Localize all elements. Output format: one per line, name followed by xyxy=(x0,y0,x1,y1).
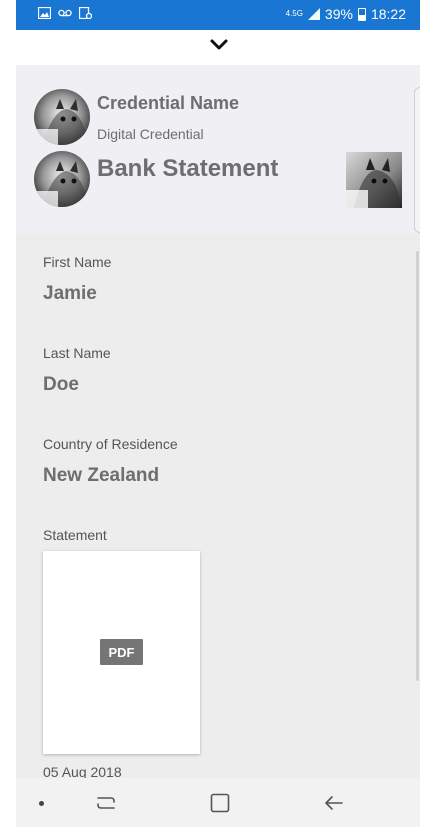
document-avatar xyxy=(34,151,90,207)
field-label-last-name: Last Name xyxy=(43,345,111,361)
attachment-date: 05 Aug 2018 xyxy=(43,764,122,778)
signal-icon xyxy=(307,8,320,20)
clock: 18:22 xyxy=(370,6,406,22)
screenshot-icon xyxy=(79,7,92,19)
gallery-icon xyxy=(38,7,51,19)
next-card-edge[interactable] xyxy=(414,87,420,233)
credential-header: Credential Name Digital Credential Bank … xyxy=(16,65,420,233)
back-icon[interactable] xyxy=(322,791,346,815)
credential-avatar xyxy=(34,89,90,145)
kitten-photo-icon xyxy=(34,89,90,145)
chevron-down-icon[interactable] xyxy=(210,38,228,52)
voicemail-icon xyxy=(58,9,72,17)
home-icon[interactable] xyxy=(208,791,232,815)
network-type: 4.5G xyxy=(285,9,303,18)
field-value-country: New Zealand xyxy=(43,465,160,486)
field-value-last-name: Doe xyxy=(43,374,79,395)
field-label-country: Country of Residence xyxy=(43,436,178,452)
status-right: 4.5G 39% 18:22 xyxy=(286,6,406,22)
navigation-bar xyxy=(16,778,420,827)
pdf-attachment[interactable]: PDF xyxy=(43,551,200,754)
field-label-first-name: First Name xyxy=(43,254,112,270)
credential-name: Credential Name xyxy=(97,93,240,113)
kitten-photo-icon xyxy=(34,151,90,207)
battery-percent: 39% xyxy=(324,6,353,22)
status-left-icons xyxy=(38,7,92,19)
document-thumbnail[interactable] xyxy=(346,152,402,208)
kitten-photo-icon xyxy=(346,152,402,208)
attachment-label: Statement xyxy=(43,527,107,543)
dot-indicator-icon xyxy=(39,801,44,806)
battery-icon xyxy=(357,7,366,21)
credential-type: Digital Credential xyxy=(97,126,204,142)
status-bar: 4.5G 39% 18:22 xyxy=(16,0,420,30)
scrollbar[interactable] xyxy=(416,251,419,681)
credential-details: First Name Jamie Last Name Doe Country o… xyxy=(16,233,420,778)
collapse-bar xyxy=(16,30,420,65)
document-title: Bank Statement xyxy=(97,155,279,182)
recent-apps-icon[interactable] xyxy=(94,791,118,815)
field-value-first-name: Jamie xyxy=(43,283,97,304)
pdf-badge: PDF xyxy=(100,639,143,665)
